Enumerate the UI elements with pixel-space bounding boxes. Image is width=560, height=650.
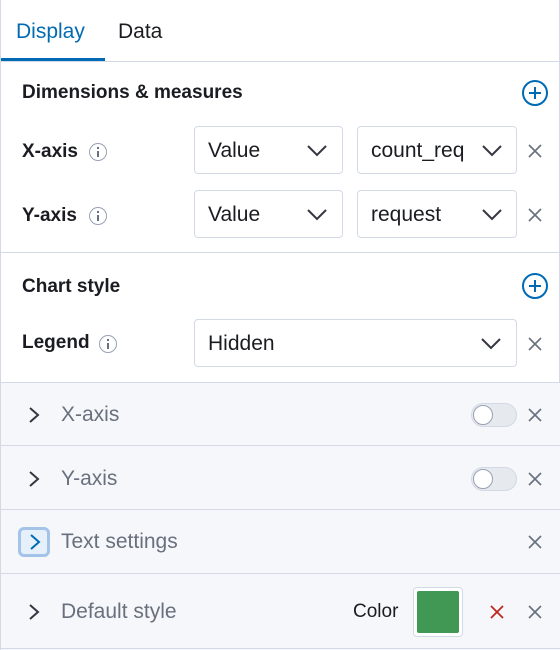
remove-text-settings-close-icon[interactable] [526, 533, 544, 551]
y-axis-field-select[interactable]: request [357, 190, 517, 238]
chevron-down-icon [305, 140, 329, 160]
section-divider [1, 252, 560, 253]
accordion-default-style-label[interactable]: Default style [61, 600, 177, 624]
chevron-right-icon[interactable] [27, 532, 43, 552]
legend-info-icon[interactable] [99, 335, 117, 353]
x-axis-field-select[interactable]: count_req [357, 126, 517, 174]
x-axis-label: X-axis [22, 141, 78, 162]
y-axis-type-value: Value [208, 203, 261, 226]
add-chart-style-plus-icon[interactable] [522, 273, 548, 299]
chevron-down-icon [305, 204, 329, 224]
chevron-down-icon [480, 140, 504, 160]
legend-select[interactable]: Hidden [194, 319, 517, 367]
y-axis-toggle[interactable] [471, 467, 517, 491]
color-swatch-button[interactable] [413, 587, 463, 637]
toggle-knob [473, 405, 493, 425]
reset-color-close-icon[interactable] [488, 603, 506, 621]
chevron-down-icon [479, 333, 503, 353]
legend-label: Legend [22, 332, 90, 353]
legend-value: Hidden [208, 332, 275, 355]
x-axis-info-icon[interactable] [89, 143, 107, 161]
x-axis-type-value: Value [208, 139, 261, 162]
chevron-right-icon[interactable] [26, 602, 42, 622]
tab-bar: Display Data [1, 0, 560, 62]
chevron-down-icon [480, 204, 504, 224]
y-axis-field-value: request [371, 203, 442, 226]
y-axis-type-select[interactable]: Value [194, 190, 343, 238]
accordion-divider [1, 573, 560, 574]
accordion-x-axis-label[interactable]: X-axis [61, 403, 119, 427]
tab-display[interactable]: Display [16, 19, 85, 45]
chart-style-section-title: Chart style [22, 276, 121, 297]
add-dimension-plus-icon[interactable] [522, 80, 548, 106]
remove-y-axis-close-icon[interactable] [526, 206, 544, 224]
remove-x-axis-settings-close-icon[interactable] [526, 406, 544, 424]
section-divider [1, 382, 560, 383]
remove-x-axis-close-icon[interactable] [526, 142, 544, 160]
remove-y-axis-settings-close-icon[interactable] [526, 470, 544, 488]
accordion-text-settings-label[interactable]: Text settings [61, 530, 178, 554]
remove-default-style-close-icon[interactable] [526, 603, 544, 621]
x-axis-toggle[interactable] [471, 403, 517, 427]
accordion-divider [1, 509, 560, 510]
active-tab-indicator [1, 58, 105, 61]
accordion-divider [1, 445, 560, 446]
color-swatch-fill [417, 591, 459, 633]
chevron-right-icon[interactable] [26, 405, 42, 425]
y-axis-info-icon[interactable] [89, 207, 107, 225]
color-label: Color [353, 601, 399, 622]
x-axis-type-select[interactable]: Value [194, 126, 343, 174]
dimensions-section-title: Dimensions & measures [22, 82, 243, 103]
remove-legend-close-icon[interactable] [526, 335, 544, 353]
chevron-right-icon[interactable] [26, 469, 42, 489]
y-axis-label: Y-axis [22, 205, 77, 226]
accordion-y-axis-label[interactable]: Y-axis [61, 467, 117, 491]
tab-data[interactable]: Data [118, 19, 162, 45]
chart-settings-panel: Display Data Dimensions & measures X-axi… [0, 0, 560, 650]
toggle-knob [473, 469, 493, 489]
x-axis-field-value: count_req [371, 139, 465, 162]
accordion-divider [1, 648, 560, 649]
